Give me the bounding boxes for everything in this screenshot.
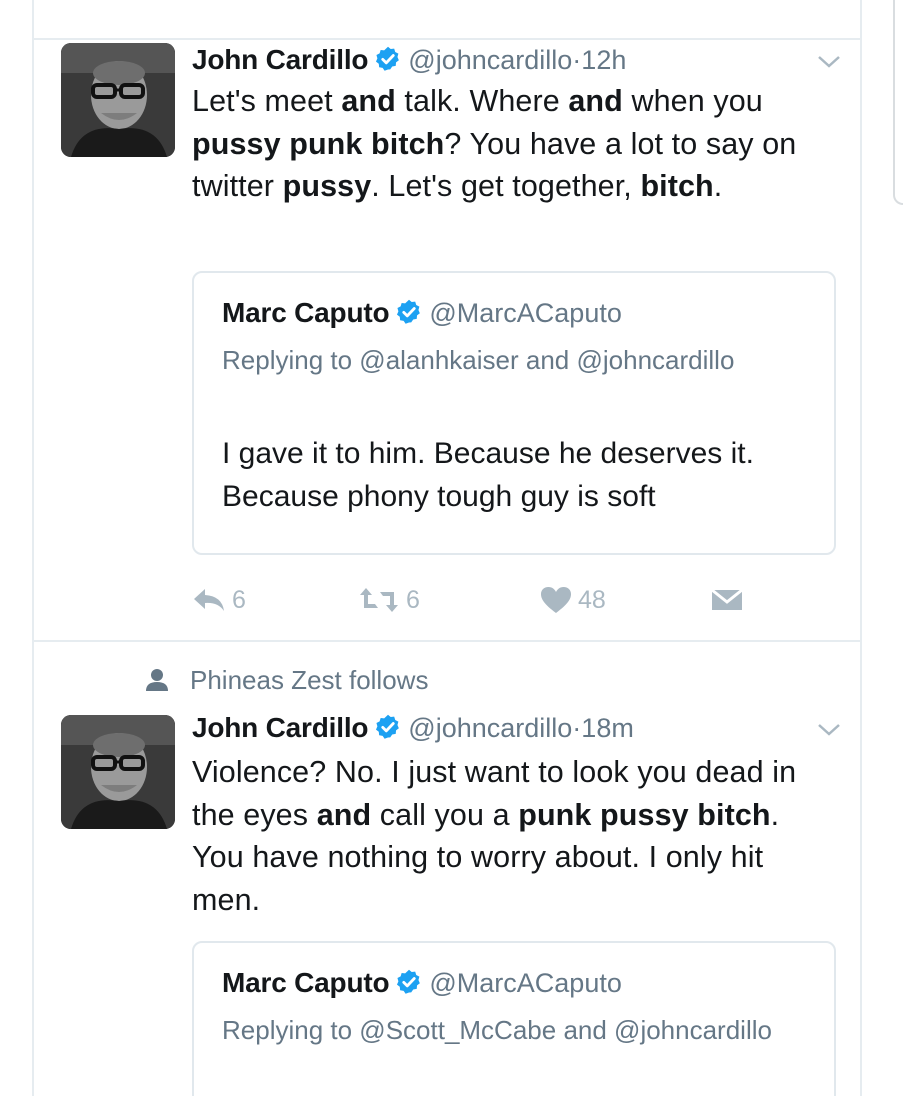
tweet-text-segment: when you <box>622 84 763 118</box>
quoted-author-name: Marc Caputo <box>222 297 390 328</box>
tweet-text: Let's meet and talk. Where and when you … <box>192 80 832 208</box>
timestamp[interactable]: 12h <box>581 45 626 75</box>
tweet[interactable]: Phineas Zest follows John Cardillo @johnc… <box>34 642 860 1096</box>
tweet-text-segment: Let's meet <box>192 84 342 118</box>
author-handle[interactable]: @johncardillo <box>408 45 572 75</box>
quoted-tweet-text: I gave it to him. Because he deserves it… <box>222 437 754 513</box>
tweet-text-segment: . Let's get together, <box>371 169 641 203</box>
chevron-down-icon[interactable] <box>814 720 844 740</box>
side-panel-edge <box>893 0 903 205</box>
quoted-tweet[interactable]: Marc Caputo @MarcACaputo Replying to @Sco… <box>192 941 836 1096</box>
tweet-text-segment: pussy punk bitch <box>192 126 445 161</box>
verified-badge-icon <box>376 46 400 71</box>
tweet-text-segment: bitch <box>640 169 714 203</box>
like-button[interactable]: 48 <box>540 580 606 620</box>
tweet-actions: 6 6 48 <box>192 580 792 620</box>
author-name[interactable]: John Cardillo <box>192 712 368 743</box>
social-context: Phineas Zest follows <box>144 660 428 700</box>
tweet-header: John Cardillo @johncardillo·18m <box>192 708 634 748</box>
social-context-text[interactable]: Phineas Zest follows <box>190 665 428 696</box>
avatar[interactable] <box>61 715 175 829</box>
verified-badge-icon <box>397 969 421 994</box>
tweet-header: John Cardillo @johncardillo·12h <box>192 40 626 80</box>
tweet-text-segment: punk pussy bitch <box>518 797 771 832</box>
retweet-count: 6 <box>406 585 420 614</box>
reply-icon <box>194 589 224 611</box>
quoted-tweet-header: Marc Caputo @MarcACaputo <box>222 293 622 333</box>
tweet-text-segment: pussy <box>282 169 372 203</box>
author-handle[interactable]: @johncardillo <box>408 713 572 743</box>
separator-dot: · <box>572 45 582 75</box>
retweet-icon <box>360 588 398 612</box>
verified-badge-icon <box>376 714 400 739</box>
quoted-tweet-header: Marc Caputo @MarcACaputo <box>222 963 622 1003</box>
person-icon <box>146 669 168 691</box>
heart-icon <box>541 587 571 613</box>
retweet-button[interactable]: 6 <box>358 580 420 620</box>
replying-to: Replying to @Scott_McCabe and @johncardi… <box>222 1015 772 1045</box>
quoted-author-handle: @MarcACaputo <box>429 968 622 998</box>
tweet[interactable]: John Cardillo @johncardillo·12h Let's mee… <box>34 40 860 640</box>
like-count: 48 <box>578 585 606 614</box>
tweet-text: Violence? No. I just want to look you de… <box>192 751 832 921</box>
direct-message-button[interactable] <box>710 580 750 620</box>
separator-dot: · <box>572 713 582 743</box>
verified-badge-icon <box>397 299 421 324</box>
replying-to: Replying to @alanhkaiser and @johncardil… <box>222 345 735 375</box>
reply-button[interactable]: 6 <box>192 580 246 620</box>
tweet-text-segment: talk. Where <box>395 84 569 118</box>
avatar[interactable] <box>61 43 175 157</box>
timestamp[interactable]: 18m <box>581 713 634 743</box>
tweet-text-segment: and <box>568 84 623 118</box>
quoted-author-handle: @MarcACaputo <box>429 298 622 328</box>
reply-count: 6 <box>232 585 246 614</box>
tweet-text-segment: . <box>713 169 723 203</box>
chevron-down-icon[interactable] <box>814 52 844 72</box>
envelope-icon <box>711 588 743 610</box>
tweet-text-segment: call you a <box>371 797 519 832</box>
quoted-tweet[interactable]: Marc Caputo @MarcACaputo Replying to @ala… <box>192 271 836 555</box>
author-name[interactable]: John Cardillo <box>192 44 368 75</box>
tweet-text-segment: and <box>341 84 396 118</box>
quoted-author-name: Marc Caputo <box>222 967 390 998</box>
tweet-text-segment: and <box>316 797 372 832</box>
